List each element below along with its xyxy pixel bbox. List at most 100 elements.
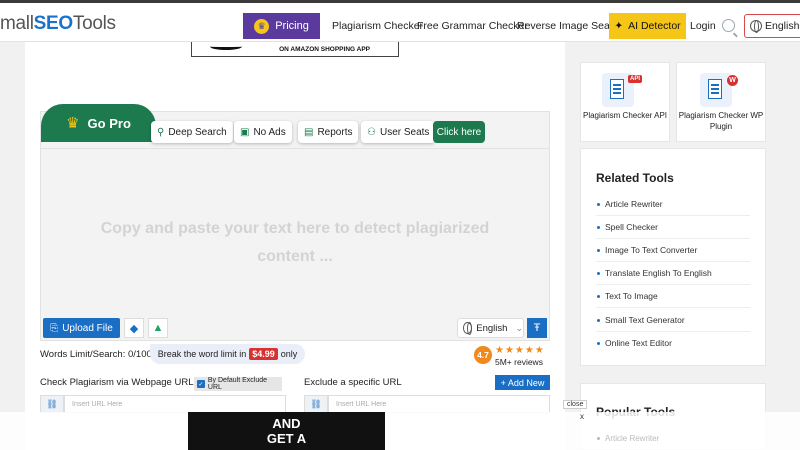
ad-close-button[interactable]: close	[563, 400, 588, 409]
price-badge: $4.99	[249, 348, 278, 360]
ai-detector-label: AI Detector	[628, 20, 681, 32]
tool-name-api: Plagiarism Checker API	[582, 111, 668, 120]
search-icon[interactable]	[722, 19, 735, 32]
link-icon: ⛓	[40, 395, 64, 413]
nav-grammar-checker[interactable]: Free Grammar Checker	[417, 20, 528, 32]
editor-placeholder: Copy and paste your text here to detect …	[100, 220, 490, 265]
related-tool-item[interactable]: Article Rewriter	[597, 199, 663, 209]
tool-name-wp-plugin: Plagiarism Checker WP Plugin	[678, 111, 764, 131]
wordpress-icon: W	[727, 75, 738, 86]
logo-prefix: mall	[0, 13, 34, 34]
pricing-button[interactable]: ♛ Pricing	[243, 13, 320, 39]
click-here-button[interactable]: Click here	[433, 121, 485, 143]
bottom-ad-banner[interactable]: AND GET A	[188, 412, 385, 450]
exclude-default-checkbox[interactable]: ✓ By Default Exclude URL	[194, 377, 282, 391]
bottom-ad-overlay	[0, 412, 800, 450]
no-ads-icon: ▣	[240, 126, 250, 138]
exclude-default-label: By Default Exclude URL	[207, 377, 268, 391]
upload-file-button[interactable]: ⎘ Upload File	[43, 318, 120, 338]
bullet-icon	[597, 437, 600, 440]
related-tool-label: Spell Checker	[605, 222, 658, 232]
google-drive-button[interactable]: ▲	[148, 318, 168, 338]
divider	[596, 307, 750, 308]
globe-icon	[750, 20, 762, 33]
only-text: only	[280, 349, 298, 359]
checkmark-icon: ✓	[197, 380, 205, 388]
related-tool-item[interactable]: Spell Checker	[597, 222, 658, 232]
document-icon: W	[700, 73, 738, 107]
login-link[interactable]: Login	[690, 20, 716, 32]
format-button[interactable]: Ŧ	[527, 318, 547, 338]
related-tool-label: Online Text Editor	[605, 338, 672, 348]
break-limit-text: Break the word limit in	[157, 349, 247, 359]
bullet-icon	[597, 341, 600, 345]
crown-icon: ♛	[66, 115, 80, 132]
add-new-button[interactable]: + Add New	[495, 375, 550, 390]
related-tool-item[interactable]: Image To Text Converter	[597, 245, 697, 255]
editor-language-select[interactable]: English ⌄	[457, 318, 524, 338]
break-limit-banner[interactable]: Break the word limit in $4.99 only	[150, 344, 305, 364]
reports-button[interactable]: ▤ Reports	[298, 121, 359, 143]
text-format-icon: Ŧ	[533, 322, 541, 334]
rating-score: 4.7	[474, 346, 492, 364]
language-label: English	[765, 20, 800, 32]
related-tool-item[interactable]: Translate English To English	[597, 268, 712, 278]
close-icon[interactable]: x	[580, 412, 584, 421]
document-icon: API	[602, 73, 642, 107]
ad-line-1: AND	[272, 416, 301, 431]
top-nav: mallSEOTools ♛ Pricing Plagiarism Checke…	[0, 0, 800, 45]
related-tool-label: Text To Image	[605, 291, 658, 301]
editor-language-label: English	[476, 322, 508, 334]
bullet-icon	[597, 271, 600, 275]
ai-detector-button[interactable]: ✦ AI Detector	[609, 13, 686, 39]
api-badge: API	[627, 75, 642, 83]
related-tool-item[interactable]: Online Text Editor	[597, 338, 672, 348]
dropbox-button[interactable]: ◆	[124, 318, 144, 338]
user-seats-button[interactable]: ⚇ User Seats	[361, 121, 436, 143]
divider	[596, 284, 750, 285]
related-tool-item[interactable]: Text To Image	[597, 291, 658, 301]
google-drive-icon: ▲	[152, 322, 164, 334]
popular-tool-item[interactable]: Article Rewriter	[597, 434, 659, 443]
deep-search-label: Deep Search	[168, 126, 227, 138]
upload-label: Upload File	[62, 322, 113, 334]
ad-line-2: GET A	[266, 431, 307, 446]
amazon-smile-icon	[210, 43, 242, 50]
reviews-count: 5M+ reviews	[495, 357, 543, 367]
bullet-icon	[597, 248, 600, 252]
logo-seo: SEO	[33, 13, 74, 34]
no-ads-button[interactable]: ▣ No Ads	[234, 121, 292, 143]
divider	[596, 331, 750, 332]
sparkle-icon: ✦	[614, 20, 624, 32]
report-icon: ▤	[304, 126, 314, 138]
check-url-placeholder: Insert URL Here	[72, 401, 123, 408]
link-icon: ⛓	[304, 395, 328, 413]
user-seats-label: User Seats	[379, 126, 430, 138]
site-logo[interactable]: mallSEOTools	[0, 13, 116, 35]
bullet-icon	[597, 294, 600, 298]
related-tools-title: Related Tools	[596, 171, 674, 185]
bullet-icon	[597, 225, 600, 229]
exclude-url-label: Exclude a specific URL	[304, 377, 402, 388]
top-ad-text: ON AMAZON SHOPPING APP	[279, 45, 370, 53]
related-tool-label: Image To Text Converter	[605, 245, 698, 255]
related-tool-item[interactable]: Small Text Generator	[597, 315, 685, 325]
paperclip-icon: ⎘	[50, 322, 59, 334]
user-icon: ⚇	[367, 126, 376, 138]
popular-tool-label: Article Rewriter	[605, 434, 660, 443]
bullet-icon	[597, 202, 600, 206]
crown-icon: ♛	[254, 18, 270, 34]
divider	[596, 215, 750, 216]
divider	[596, 238, 750, 239]
divider	[596, 261, 750, 262]
dropbox-icon: ◆	[129, 322, 139, 335]
related-tool-label: Translate English To English	[605, 268, 712, 278]
language-selector[interactable]: English	[744, 14, 800, 38]
nav-plagiarism-checker[interactable]: Plagiarism Checker	[332, 20, 423, 32]
deep-search-button[interactable]: ⚲ Deep Search	[151, 121, 233, 143]
reports-label: Reports	[317, 126, 353, 138]
related-tool-label: Small Text Generator	[605, 315, 685, 325]
go-pro-tab[interactable]: ♛ Go Pro	[41, 104, 156, 142]
rating-stars: ★★★★★	[495, 345, 545, 356]
search-icon: ⚲	[157, 126, 165, 138]
